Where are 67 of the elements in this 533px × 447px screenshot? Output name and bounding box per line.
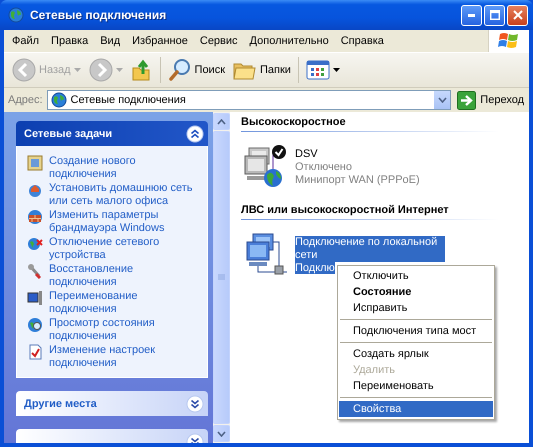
windows-logo-icon bbox=[498, 31, 520, 51]
context-menu-item[interactable]: Отключить bbox=[339, 268, 493, 284]
maximize-icon bbox=[490, 10, 500, 20]
dropdown-arrow-icon bbox=[116, 68, 123, 72]
close-button[interactable] bbox=[507, 4, 528, 26]
task-link[interactable]: Восстановление подключения bbox=[49, 263, 201, 288]
group-heading: Высокоскоростное bbox=[241, 116, 347, 130]
go-button[interactable]: Переход bbox=[455, 90, 526, 110]
menu-item[interactable]: Сервис bbox=[194, 33, 244, 49]
task-icon bbox=[27, 317, 43, 333]
scroll-thumb[interactable] bbox=[213, 131, 230, 424]
connection-status: Подклю bbox=[295, 262, 335, 274]
down-caret-icon bbox=[217, 430, 226, 436]
group-heading: ЛВС или высокоскоростной Интернет bbox=[241, 204, 450, 218]
scroll-down-button[interactable] bbox=[213, 425, 230, 442]
task-link[interactable]: Изменение настроек подключения bbox=[49, 344, 201, 369]
context-menu-item[interactable]: Подключения типа мост bbox=[339, 323, 493, 339]
context-menu-item[interactable]: Свойства bbox=[339, 401, 493, 417]
context-menu-item[interactable]: Создать ярлык bbox=[339, 346, 493, 362]
dropdown-arrow-icon bbox=[74, 68, 81, 72]
panel-header[interactable]: Сетевые задачи bbox=[16, 121, 208, 146]
address-field[interactable]: Сетевые подключения bbox=[46, 90, 452, 110]
menu-item[interactable]: Вид bbox=[94, 33, 126, 49]
collapse-chevron-icon[interactable] bbox=[186, 124, 204, 142]
menu-item[interactable]: Файл bbox=[6, 33, 46, 49]
task-link[interactable]: Создание нового подключения bbox=[49, 155, 201, 180]
task-icon bbox=[27, 155, 43, 171]
panel-header[interactable]: Другие места bbox=[16, 391, 208, 416]
window-title: Сетевые подключения bbox=[30, 8, 168, 22]
task-link[interactable]: Переименование подключения bbox=[49, 290, 201, 315]
menu-item[interactable]: Правка bbox=[45, 33, 94, 49]
address-label: Адрес: bbox=[8, 94, 43, 106]
task-link[interactable]: Изменить параметры брандмауэра Windows bbox=[49, 209, 201, 234]
connection-device: Минипорт WAN (PPPoE) bbox=[295, 174, 421, 187]
views-grid-icon bbox=[306, 60, 330, 80]
task-link[interactable]: Просмотр состояния подключения bbox=[49, 317, 201, 342]
task-link[interactable]: Отключение сетевого устройства bbox=[49, 236, 201, 261]
task-icon bbox=[27, 209, 43, 225]
connection-name[interactable]: DSV bbox=[295, 148, 318, 161]
connection-status: Отключено bbox=[295, 161, 352, 173]
expand-chevron-icon[interactable] bbox=[186, 394, 204, 412]
maximize-button[interactable] bbox=[484, 4, 505, 26]
folders-button[interactable]: Папки bbox=[229, 56, 295, 84]
task-icon bbox=[27, 236, 43, 252]
close-icon bbox=[512, 10, 522, 20]
task-icon bbox=[27, 263, 43, 279]
context-menu-item[interactable]: Исправить bbox=[339, 300, 493, 316]
dropdown-arrow-icon bbox=[332, 68, 340, 72]
task-icon bbox=[27, 344, 43, 360]
task-icon bbox=[27, 182, 43, 198]
up-caret-icon bbox=[217, 118, 226, 124]
menu-item[interactable]: Справка bbox=[334, 33, 390, 49]
task-link[interactable]: Установить домашнюю сеть или сеть малого офиса bbox=[49, 182, 201, 207]
search-button[interactable]: Поиск bbox=[164, 56, 230, 84]
menu-item[interactable]: Избранное bbox=[126, 33, 194, 49]
network-globe-icon bbox=[50, 92, 67, 108]
connection-name[interactable]: Подключение по локальной сети bbox=[295, 236, 445, 262]
context-menu-item[interactable]: Переименовать bbox=[339, 378, 493, 394]
grip-icon bbox=[218, 274, 225, 281]
task-icon bbox=[27, 290, 43, 306]
scroll-up-button[interactable] bbox=[213, 113, 230, 130]
minimize-icon bbox=[468, 14, 475, 16]
minimize-button[interactable] bbox=[461, 4, 482, 26]
menu-item[interactable]: Дополнительно bbox=[244, 33, 335, 49]
context-menu-item[interactable]: Состояние bbox=[339, 284, 493, 300]
window-icon bbox=[8, 7, 24, 23]
magnifier-icon bbox=[168, 58, 192, 82]
